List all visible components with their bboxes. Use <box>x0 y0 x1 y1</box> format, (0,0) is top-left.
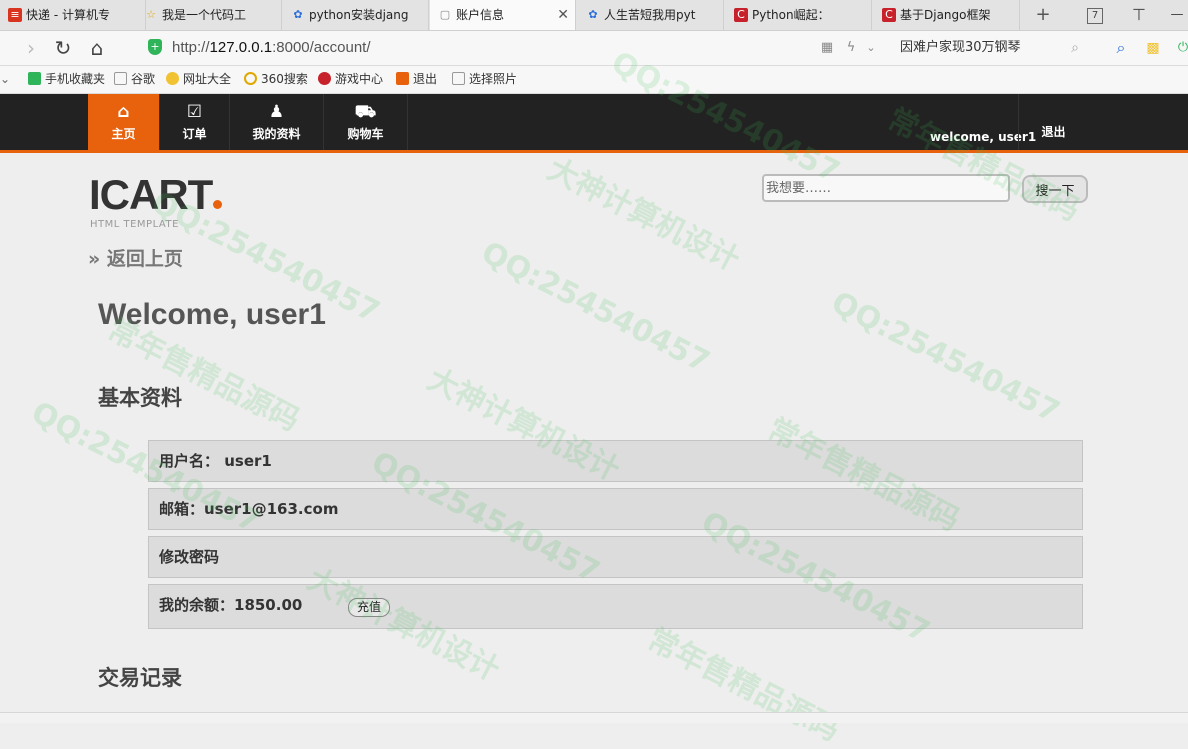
nav-home[interactable]: ⌂ 主页 <box>88 94 160 150</box>
bookmark-360-search[interactable]: 360搜索 <box>244 66 308 93</box>
refresh-icon[interactable]: ↻ <box>50 35 76 61</box>
cart-icon: ⛟ <box>354 102 377 122</box>
site-nav-bar: ⌂ 主页 ☑ 订单 ♟ 我的资料 ⛟ 购物车 <box>0 94 1188 153</box>
email-row: 邮箱：user1@163.com <box>148 488 1083 530</box>
phone-icon <box>28 72 41 85</box>
change-password-link[interactable]: 修改密码 <box>148 536 1083 578</box>
watermark-text: QQ:254540457 <box>475 234 716 381</box>
forward-icon[interactable]: › <box>18 35 44 61</box>
nav-my-profile[interactable]: ♟ 我的资料 <box>230 94 324 150</box>
csdn-icon: C <box>734 8 748 22</box>
browser-tab[interactable]: ≡ 快递 - 计算机专 <box>0 0 146 30</box>
nav-orders[interactable]: ☑ 订单 <box>160 94 230 150</box>
watermark-text: 大神计算机设计 <box>541 151 745 279</box>
minimize-icon[interactable]: — <box>1166 0 1188 30</box>
tab-label: 快递 - 计算机专 <box>26 8 110 22</box>
qr-code-icon[interactable]: ▦ <box>814 35 840 61</box>
back-link[interactable]: » 返回上页 <box>88 244 183 271</box>
magnifier-icon[interactable]: ⌕ <box>1108 35 1134 61</box>
search-input[interactable] <box>762 174 1010 202</box>
tab-label: 基于Django框架 <box>900 8 991 22</box>
bookmark-mobile[interactable]: 手机收藏夹 <box>28 66 105 93</box>
page-icon <box>452 72 465 85</box>
bookmark-directory[interactable]: 网址大全 <box>166 66 231 93</box>
watermark-text: QQ:254540457 <box>825 284 1066 431</box>
baidu-paw-icon: ✿ <box>588 8 598 21</box>
url-field[interactable]: http://127.0.0.1:8000/account/ <box>172 37 371 59</box>
transactions-heading: 交易记录 <box>98 666 182 690</box>
search-360-icon <box>244 72 257 85</box>
home-icon[interactable]: ⌂ <box>84 35 110 61</box>
bookmarks-bar: ⌄ 手机收藏夹 谷歌 网址大全 360搜索 游戏中心 退出 选择照片 <box>0 66 1188 94</box>
tab-label: python安装djang <box>309 8 409 22</box>
watermark-text: 常年售精品源码 <box>641 621 845 749</box>
nav-cart[interactable]: ⛟ 购物车 <box>324 94 408 150</box>
game-icon <box>318 72 331 85</box>
browser-tab[interactable]: C Python崛起： <box>726 0 872 30</box>
tab-count-badge[interactable]: 7 <box>1084 0 1106 30</box>
browser-tab[interactable]: C 基于Django框架 <box>874 0 1020 30</box>
tab-label: Python崛起： <box>752 8 830 22</box>
new-tab-button[interactable]: + <box>1032 0 1054 30</box>
secure-shield-icon: + <box>148 39 162 55</box>
news-ticker[interactable]: 因难户家现30万钢琴 <box>900 37 1021 59</box>
chevron-down-icon[interactable]: ⌄ <box>0 66 10 93</box>
exit-icon <box>396 72 409 85</box>
bookmark-logout[interactable]: 退出 <box>396 66 437 93</box>
bookmark-choose-photo[interactable]: 选择照片 <box>452 66 517 93</box>
browser-tab[interactable]: ✿ 人生苦短我用pyt <box>578 0 724 30</box>
browser-tab-active[interactable]: ▢ 账户信息 ✕ <box>430 0 576 30</box>
apps-grid-icon[interactable]: ▩ <box>1140 35 1166 61</box>
page-title: Welcome, user1 <box>98 298 326 331</box>
tab-label: 账户信息 <box>456 8 505 22</box>
logo-subtitle: HTML TEMPLATE <box>90 219 179 230</box>
tab-label: 我是一个代码工 <box>162 8 247 22</box>
browser-tab[interactable]: ☆ 我是一个代码工 <box>136 0 282 30</box>
baidu-paw-icon: ✿ <box>293 8 303 21</box>
user-icon: ♟ <box>268 102 285 122</box>
tab-label: 人生苦短我用pyt <box>604 8 696 22</box>
bookmark-game-center[interactable]: 游戏中心 <box>318 66 383 93</box>
browser-status-bar <box>0 712 1188 723</box>
browser-tab[interactable]: ✿ python安装djang <box>283 0 429 30</box>
profile-heading: 基本资料 <box>98 386 182 410</box>
recharge-button[interactable]: 充值 <box>348 598 390 617</box>
shirt-icon[interactable]: ⊤ <box>1126 0 1152 30</box>
power-icon[interactable]: ⏻ <box>1170 35 1188 61</box>
close-tab-icon[interactable]: ✕ <box>557 0 569 30</box>
house-icon: ⌂ <box>117 102 130 122</box>
username-row: 用户名： user1 <box>148 440 1083 482</box>
logo-dot <box>213 200 223 209</box>
bookmark-google[interactable]: 谷歌 <box>114 66 155 93</box>
address-bar: › ↻ ⌂ + http://127.0.0.1:8000/account/ ▦… <box>0 31 1188 66</box>
site-logo[interactable]: ICART <box>89 172 223 218</box>
star-icon: ☆ <box>146 8 156 21</box>
chevron-down-icon[interactable]: ⌄ <box>858 35 884 61</box>
page-icon: ▢ <box>439 8 451 21</box>
search-icon[interactable]: ⌕ <box>1062 35 1088 61</box>
tab-favicon-icon: ≡ <box>8 8 22 22</box>
csdn-icon: C <box>882 8 896 22</box>
page-icon <box>114 72 127 85</box>
directory-icon <box>166 72 179 85</box>
checklist-icon: ☑ <box>186 102 203 122</box>
balance-row: 我的余额：1850.00 <box>148 584 1083 629</box>
search-button[interactable]: 搜一下 <box>1022 175 1088 203</box>
browser-tab-bar: ≡ 快递 - 计算机专 ☆ 我是一个代码工 ✿ python安装djang ▢ … <box>0 0 1188 31</box>
logout-link[interactable]: 退出 <box>1018 94 1088 150</box>
